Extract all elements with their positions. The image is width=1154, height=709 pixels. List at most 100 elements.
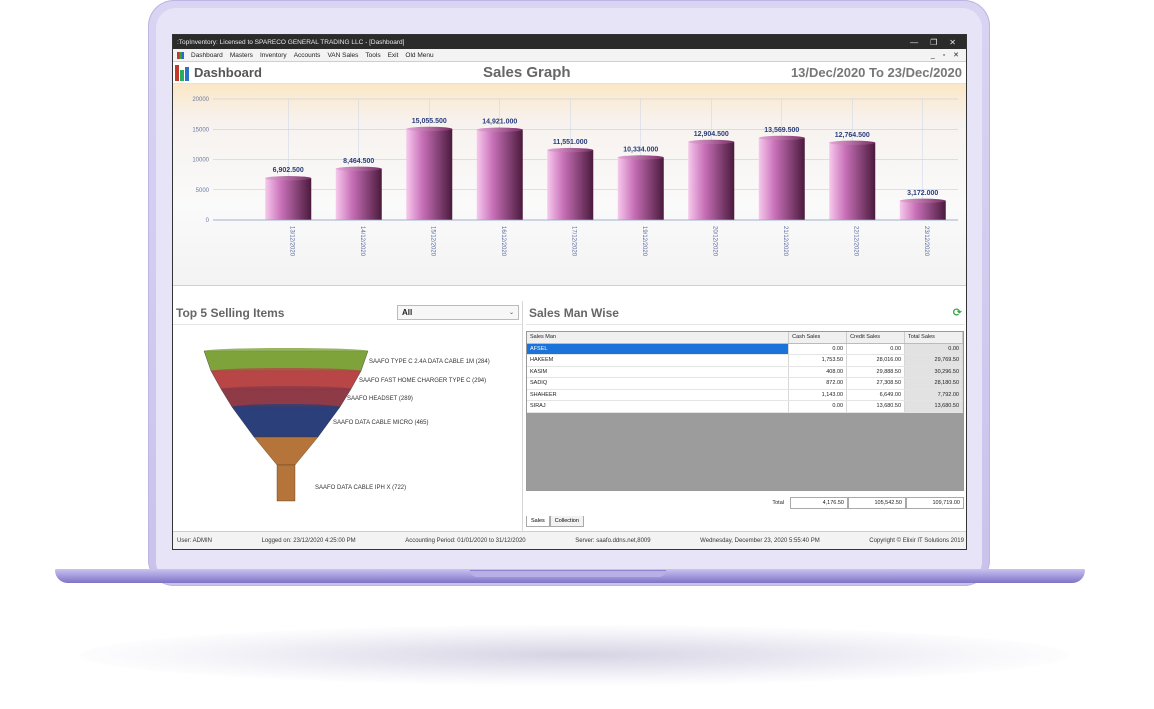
cell-cash[interactable]: 1,753.50 bbox=[788, 354, 848, 367]
menu-masters[interactable]: Masters bbox=[230, 52, 253, 59]
cell-cash[interactable]: 0.00 bbox=[788, 343, 848, 355]
col-cash-sales[interactable]: Cash Sales bbox=[788, 332, 848, 344]
funnel-segment-rim bbox=[232, 404, 340, 410]
col-credit-sales[interactable]: Credit Sales bbox=[846, 332, 906, 344]
cell-salesman[interactable]: SADIQ bbox=[527, 377, 790, 390]
salesman-tabs: Sales Collection bbox=[526, 516, 584, 527]
funnel-segment[interactable] bbox=[253, 436, 319, 466]
bar-top bbox=[547, 147, 594, 153]
table-row[interactable]: SIRAJ 0.00 13,680.50 13,680.50 bbox=[527, 400, 963, 413]
dashboard-title: Dashboard bbox=[175, 64, 262, 81]
funnel-stem[interactable] bbox=[276, 464, 296, 502]
sales-chart-area: 0 5000 10000 15000 20000 6,902.500 13/12/2020 8… bbox=[173, 84, 966, 286]
col-sales-man[interactable]: Sales Man bbox=[527, 332, 790, 344]
bar-top bbox=[617, 155, 664, 160]
bar-value-label: 15,055.500 bbox=[412, 118, 447, 125]
salesman-header: Sales Man Wise ⟳ bbox=[526, 301, 965, 325]
bar-top bbox=[829, 140, 876, 145]
cell-salesman[interactable]: SHAHEER bbox=[527, 389, 790, 401]
cell-total[interactable]: 7,792.00 bbox=[904, 389, 963, 401]
menu-accounts[interactable]: Accounts bbox=[294, 52, 321, 59]
cell-cash[interactable]: 872.00 bbox=[788, 377, 848, 390]
funnel-segment-rim bbox=[221, 386, 351, 392]
cell-salesman[interactable]: AFSEL bbox=[527, 343, 790, 355]
menu-dashboard[interactable]: Dashboard bbox=[191, 52, 223, 59]
mdi-controls[interactable]: _ ▫ ✕ bbox=[931, 51, 962, 59]
x-tick-label: 19/12/2020 bbox=[641, 226, 647, 257]
table-row[interactable]: HAKEEM 1,753.50 28,016.00 29,769.50 bbox=[527, 354, 963, 367]
x-tick-label: 13/12/2020 bbox=[288, 226, 294, 257]
bar[interactable] bbox=[547, 150, 594, 220]
y-tick-label: 15000 bbox=[192, 127, 209, 133]
table-row[interactable]: SHAHEER 1,143.00 6,649.00 7,792.00 bbox=[527, 389, 963, 401]
bar[interactable] bbox=[758, 137, 805, 220]
bar[interactable] bbox=[688, 141, 735, 220]
salesman-table: Sales Man Cash Sales Credit Sales Total … bbox=[527, 332, 963, 413]
funnel-label: SAAFO DATA CABLE IPH X (722) bbox=[315, 485, 406, 491]
tab-collection[interactable]: Collection bbox=[549, 516, 584, 527]
menu-old-menu[interactable]: Old Menu bbox=[405, 52, 433, 59]
cell-credit[interactable]: 13,680.50 bbox=[846, 400, 906, 413]
tab-sales[interactable]: Sales bbox=[526, 516, 550, 527]
minimize-icon[interactable]: — bbox=[910, 38, 918, 47]
status-logged-on: Logged on: 23/12/2020 4:25:00 PM bbox=[261, 537, 356, 544]
graph-title: Sales Graph bbox=[483, 64, 571, 81]
item-filter-value: All bbox=[402, 308, 413, 317]
sales-bar-chart: 0 5000 10000 15000 20000 6,902.500 13/12/2020 8… bbox=[192, 97, 958, 257]
item-filter-select[interactable]: All ⌄ bbox=[397, 305, 519, 320]
cell-salesman[interactable]: KASIM bbox=[527, 366, 790, 378]
bar-value-label: 14,921.000 bbox=[482, 119, 517, 126]
cell-total[interactable]: 28,180.50 bbox=[904, 377, 963, 390]
table-row[interactable]: KASIM 408.00 29,888.50 30,296.50 bbox=[527, 366, 963, 378]
salesman-title: Sales Man Wise bbox=[529, 305, 619, 320]
table-row[interactable]: AFSEL 0.00 0.00 0.00 bbox=[527, 343, 963, 355]
cell-cash[interactable]: 0.00 bbox=[788, 400, 848, 413]
cell-cash[interactable]: 408.00 bbox=[788, 366, 848, 378]
cell-credit[interactable]: 29,888.50 bbox=[846, 366, 906, 378]
cell-cash[interactable]: 1,143.00 bbox=[788, 389, 848, 401]
bar[interactable] bbox=[335, 168, 382, 220]
bar[interactable] bbox=[476, 129, 523, 220]
window-title: :TopInventory: Licensed to SPARECO GENER… bbox=[177, 38, 405, 46]
cell-salesman[interactable]: HAKEEM bbox=[527, 354, 790, 367]
bar[interactable] bbox=[406, 128, 453, 220]
cell-total[interactable]: 13,680.50 bbox=[904, 400, 963, 413]
cell-total[interactable]: 30,296.50 bbox=[904, 366, 963, 378]
totals-row: Total 4,176.50 105,542.50 109,719.00 bbox=[526, 494, 964, 512]
cell-total[interactable]: 29,769.50 bbox=[904, 354, 963, 367]
top-selling-header: Top 5 Selling Items All ⌄ bbox=[173, 301, 522, 325]
cell-credit[interactable]: 27,308.50 bbox=[846, 377, 906, 390]
bar[interactable] bbox=[829, 142, 876, 220]
refresh-icon[interactable]: ⟳ bbox=[953, 306, 962, 319]
funnel-segment[interactable] bbox=[231, 406, 341, 438]
bar[interactable] bbox=[899, 200, 946, 220]
x-tick-label: 15/12/2020 bbox=[429, 226, 435, 257]
bar-value-label: 10,334.000 bbox=[623, 146, 658, 153]
total-cash: 4,176.50 bbox=[790, 497, 848, 509]
total-credit: 105,542.50 bbox=[848, 497, 906, 509]
cell-credit[interactable]: 28,016.00 bbox=[846, 354, 906, 367]
date-range: 13/Dec/2020 To 23/Dec/2020 bbox=[790, 65, 962, 80]
funnel-label: SAAFO TYPE C 2.4A DATA CABLE 1M (284) bbox=[369, 359, 490, 365]
cell-credit[interactable]: 0.00 bbox=[846, 343, 906, 355]
laptop-shadow bbox=[80, 625, 1070, 685]
bar[interactable] bbox=[265, 178, 312, 220]
menu-tools[interactable]: Tools bbox=[365, 52, 380, 59]
table-row[interactable]: SADIQ 872.00 27,308.50 28,180.50 bbox=[527, 377, 963, 390]
menu-exit[interactable]: Exit bbox=[388, 52, 399, 59]
close-icon[interactable]: ✕ bbox=[949, 38, 956, 47]
cell-credit[interactable]: 6,649.00 bbox=[846, 389, 906, 401]
col-total-sales[interactable]: Total Sales bbox=[904, 332, 963, 344]
x-tick-label: 14/12/2020 bbox=[359, 226, 365, 257]
menu-van-sales[interactable]: VAN Sales bbox=[327, 52, 358, 59]
cell-total[interactable]: 0.00 bbox=[904, 343, 963, 355]
salesman-grid: Sales Man Cash Sales Credit Sales Total … bbox=[526, 331, 964, 491]
status-user: User: ADMIN bbox=[177, 537, 213, 544]
menu-inventory[interactable]: Inventory bbox=[260, 52, 287, 59]
cell-salesman[interactable]: SIRAJ bbox=[527, 400, 790, 413]
bar-top bbox=[265, 176, 312, 181]
laptop-mockup: :TopInventory: Licensed to SPARECO GENER… bbox=[0, 0, 1154, 709]
maximize-icon[interactable]: ❐ bbox=[930, 38, 937, 47]
bar[interactable] bbox=[617, 157, 664, 220]
bar-chart-icon bbox=[175, 64, 189, 81]
